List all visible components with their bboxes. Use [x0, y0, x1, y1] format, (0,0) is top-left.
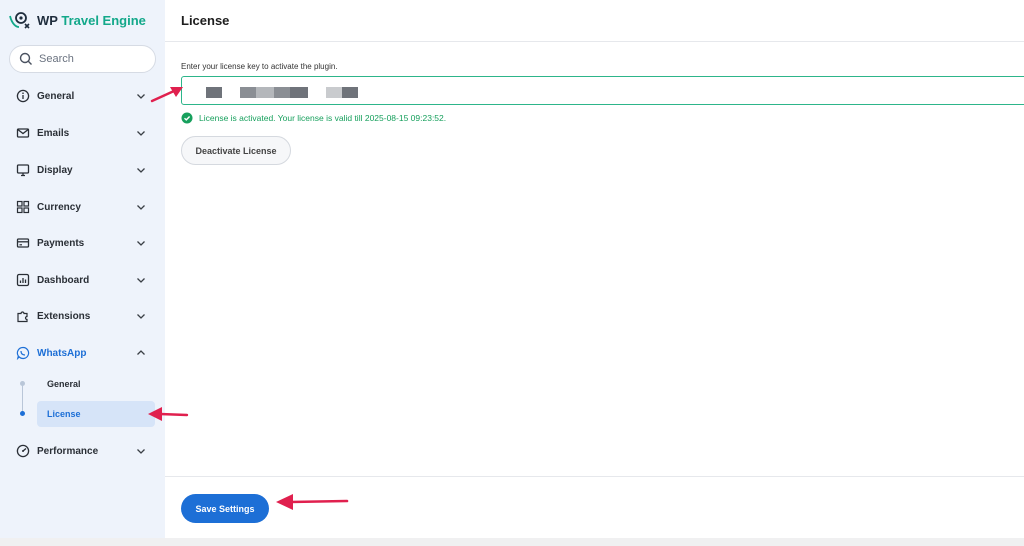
- sidebar-item-extensions[interactable]: Extensions: [0, 302, 165, 330]
- sidebar-item-label: General: [37, 90, 75, 102]
- sidebar-item-performance[interactable]: Performance: [0, 437, 165, 465]
- deactivate-license-button[interactable]: Deactivate License: [181, 136, 291, 165]
- sidebar-item-label: Extensions: [37, 310, 91, 322]
- sidebar-item-label: Currency: [37, 201, 81, 213]
- check-circle-icon: [181, 112, 193, 124]
- puzzle-icon: [17, 311, 28, 323]
- search-input[interactable]: [39, 53, 149, 65]
- sidebar-item-label: Payments: [37, 237, 85, 249]
- sidebar-item-payments[interactable]: Payments: [0, 229, 165, 257]
- sidebar-item-general[interactable]: General: [0, 82, 165, 110]
- page-header: License: [165, 0, 1024, 42]
- save-settings-button[interactable]: Save Settings: [181, 494, 269, 523]
- sidebar-item-label: Dashboard: [37, 274, 90, 286]
- redacted-key-block: [342, 87, 358, 98]
- sidebar-item-label: WhatsApp: [37, 347, 87, 359]
- annotation-arrow-icon: [148, 407, 189, 421]
- redacted-key-block: [256, 87, 274, 98]
- chevron-down-icon[interactable]: [135, 90, 147, 102]
- license-key-input[interactable]: [181, 76, 1024, 105]
- page-title: License: [181, 13, 230, 28]
- chevron-down-icon[interactable]: [135, 237, 147, 249]
- redacted-key-block: [326, 87, 342, 98]
- search-box[interactable]: [9, 45, 156, 73]
- chevron-up-icon[interactable]: [135, 347, 147, 359]
- sidebar: WP Travel Engine General Emails Display …: [0, 0, 165, 538]
- app-title: WP Travel Engine: [37, 12, 146, 28]
- chevron-down-icon[interactable]: [135, 310, 147, 322]
- chevron-down-icon[interactable]: [135, 274, 147, 286]
- mail-icon: [16, 128, 30, 138]
- chevron-down-icon[interactable]: [135, 127, 147, 139]
- annotation-arrow-icon: [276, 494, 349, 510]
- grid-icon: [16, 200, 30, 214]
- chevron-down-icon[interactable]: [135, 201, 147, 213]
- app-logo[interactable]: WP Travel Engine: [8, 10, 146, 30]
- whatsapp-icon: [16, 346, 30, 360]
- redacted-key-block: [290, 87, 308, 98]
- info-icon: [16, 89, 30, 103]
- display-icon: [16, 164, 30, 177]
- gauge-icon: [16, 444, 30, 458]
- sidebar-item-label: Display: [37, 164, 73, 176]
- chart-icon: [16, 273, 30, 287]
- sidebar-item-emails[interactable]: Emails: [0, 119, 165, 147]
- redacted-key-block: [240, 87, 256, 98]
- chevron-down-icon[interactable]: [135, 164, 147, 176]
- redacted-key-block: [206, 87, 222, 98]
- chevron-down-icon[interactable]: [135, 445, 147, 457]
- submenu-bullet: [20, 381, 25, 386]
- submenu-connector: [22, 384, 23, 414]
- sidebar-item-dashboard[interactable]: Dashboard: [0, 266, 165, 294]
- sidebar-item-label: Emails: [37, 127, 70, 139]
- search-icon: [19, 52, 32, 65]
- sidebar-item-whatsapp[interactable]: WhatsApp: [0, 339, 165, 367]
- license-status-text: License is activated. Your license is va…: [199, 113, 447, 123]
- annotation-arrow-icon: [150, 87, 183, 103]
- main-content: License Enter your license key to activa…: [165, 0, 1024, 538]
- submenu-bullet-active: [20, 411, 25, 416]
- license-status: License is activated. Your license is va…: [181, 112, 446, 124]
- card-icon: [16, 238, 30, 248]
- travel-logo-icon: [9, 12, 30, 29]
- redacted-key-block: [274, 87, 290, 98]
- license-field-label: Enter your license key to activate the p…: [181, 62, 338, 71]
- sidebar-item-label: Performance: [37, 445, 99, 457]
- sidebar-item-display[interactable]: Display: [0, 156, 165, 184]
- sidebar-subitem-license[interactable]: License: [37, 401, 155, 427]
- sidebar-subitem-general[interactable]: General: [37, 371, 155, 397]
- sidebar-item-currency[interactable]: Currency: [0, 193, 165, 221]
